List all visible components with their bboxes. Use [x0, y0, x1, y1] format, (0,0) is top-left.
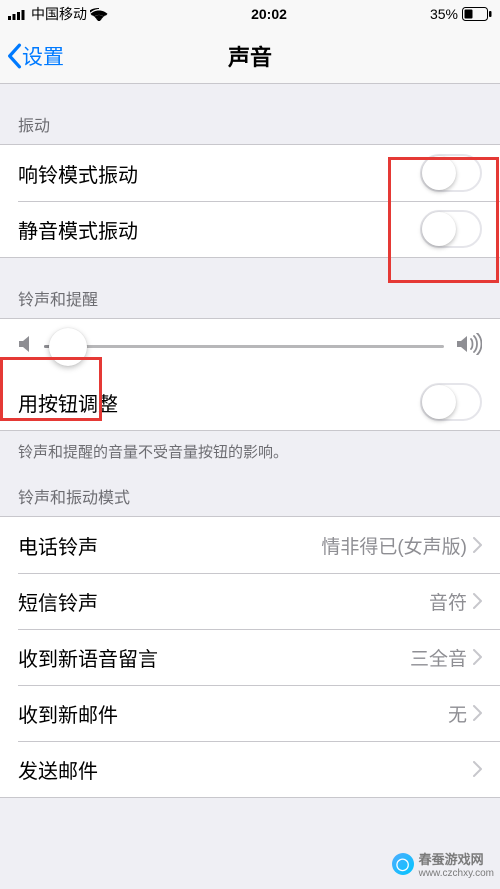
silent-vibrate-label: 静音模式振动 — [18, 215, 138, 244]
volume-slider-cell[interactable] — [0, 319, 500, 374]
silent-vibrate-cell[interactable]: 静音模式振动 — [0, 201, 500, 257]
new-mail-label: 收到新邮件 — [18, 699, 118, 728]
chevron-right-icon — [473, 761, 482, 777]
watermark-logo-icon: ◯ — [392, 853, 414, 875]
ring-vibrate-toggle[interactable] — [420, 154, 482, 192]
change-with-buttons-label: 用按钮调整 — [18, 388, 118, 417]
text-tone-label: 短信铃声 — [18, 587, 98, 616]
volume-low-icon — [18, 334, 32, 359]
volume-slider[interactable] — [44, 345, 444, 348]
carrier-label: 中国移动 — [31, 4, 87, 24]
ringtone-value: 情非得已(女声版) — [321, 532, 467, 559]
wifi-icon — [90, 8, 108, 21]
change-with-buttons-cell[interactable]: 用按钮调整 — [0, 374, 500, 430]
nav-bar: 设置 声音 — [0, 28, 500, 84]
ring-vibrate-label: 响铃模式振动 — [18, 159, 138, 188]
battery-icon — [462, 7, 492, 21]
new-mail-cell[interactable]: 收到新邮件 无 — [0, 685, 500, 741]
change-with-buttons-toggle[interactable] — [420, 383, 482, 421]
watermark-url: www.czchxy.com — [419, 868, 494, 879]
sent-mail-label: 发送邮件 — [18, 755, 98, 784]
watermark-text: 春蚕游戏网 — [419, 849, 494, 868]
text-tone-cell[interactable]: 短信铃声 音符 — [0, 573, 500, 629]
status-bar: 中国移动 20:02 35% — [0, 0, 500, 28]
silent-vibrate-toggle[interactable] — [420, 210, 482, 248]
chevron-right-icon — [473, 649, 482, 665]
chevron-right-icon — [473, 705, 482, 721]
text-tone-value: 音符 — [429, 588, 467, 615]
section-footer-ringer: 铃声和提醒的音量不受音量按钮的影响。 — [0, 431, 500, 468]
chevron-right-icon — [473, 537, 482, 553]
ringtone-label: 电话铃声 — [18, 531, 98, 560]
sent-mail-cell[interactable]: 发送邮件 — [0, 741, 500, 797]
page-title: 声音 — [228, 40, 272, 72]
back-button[interactable]: 设置 — [0, 41, 64, 71]
volume-high-icon — [456, 333, 482, 360]
back-label: 设置 — [22, 41, 64, 71]
ringtone-cell[interactable]: 电话铃声 情非得已(女声版) — [0, 517, 500, 573]
time-label: 20:02 — [251, 6, 287, 22]
voicemail-cell[interactable]: 收到新语音留言 三全音 — [0, 629, 500, 685]
ring-vibrate-cell[interactable]: 响铃模式振动 — [0, 145, 500, 201]
watermark: ◯ 春蚕游戏网 www.czchxy.com — [392, 849, 494, 879]
section-header-vibration: 振动 — [0, 84, 500, 144]
voicemail-value: 三全音 — [410, 644, 467, 671]
chevron-right-icon — [473, 593, 482, 609]
battery-pct-label: 35% — [430, 6, 458, 22]
new-mail-value: 无 — [448, 700, 467, 727]
volume-slider-thumb[interactable] — [49, 328, 87, 366]
chevron-left-icon — [6, 43, 22, 69]
section-header-ringer: 铃声和提醒 — [0, 258, 500, 318]
signal-icon — [8, 8, 28, 20]
voicemail-label: 收到新语音留言 — [18, 643, 158, 672]
section-header-patterns: 铃声和振动模式 — [0, 468, 500, 516]
